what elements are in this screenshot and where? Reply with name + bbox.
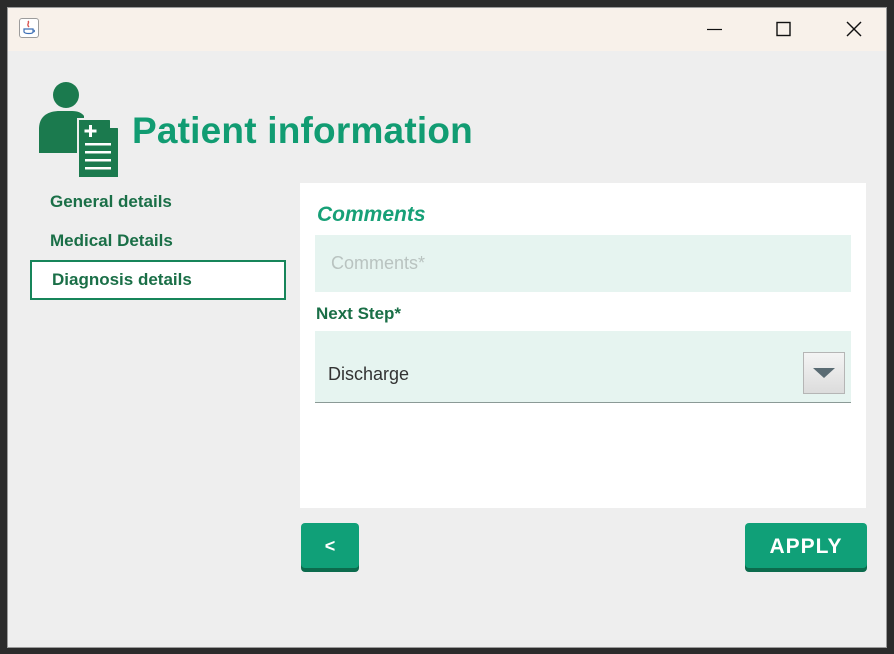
section-title-comments: Comments	[317, 203, 426, 226]
java-app-icon	[19, 18, 39, 38]
minimize-button[interactable]	[691, 8, 737, 51]
sidebar-item-general-details[interactable]: General details	[30, 183, 286, 223]
patient-document-icon	[38, 81, 120, 179]
chevron-down-icon	[813, 368, 835, 378]
diagnosis-panel: Comments Next Step* Discharge	[300, 183, 866, 508]
apply-button[interactable]: APPLY	[745, 523, 867, 568]
page-title: Patient information	[132, 110, 473, 151]
next-step-select[interactable]: Discharge	[315, 331, 851, 403]
dropdown-button[interactable]	[803, 352, 845, 394]
close-button[interactable]	[830, 8, 876, 51]
title-bar[interactable]	[8, 8, 886, 51]
back-button[interactable]: <	[301, 523, 359, 568]
minimize-icon	[707, 28, 722, 31]
maximize-icon	[776, 21, 791, 37]
close-icon	[846, 21, 862, 37]
maximize-button[interactable]	[760, 8, 806, 51]
next-step-label: Next Step*	[316, 304, 402, 323]
sidebar-item-medical-details[interactable]: Medical Details	[30, 222, 286, 262]
comments-input[interactable]	[315, 235, 851, 292]
sidebar-item-diagnosis-details[interactable]: Diagnosis details	[30, 260, 286, 300]
next-step-selected-value: Discharge	[328, 364, 410, 384]
app-window: Patient information General details Medi…	[7, 7, 887, 648]
